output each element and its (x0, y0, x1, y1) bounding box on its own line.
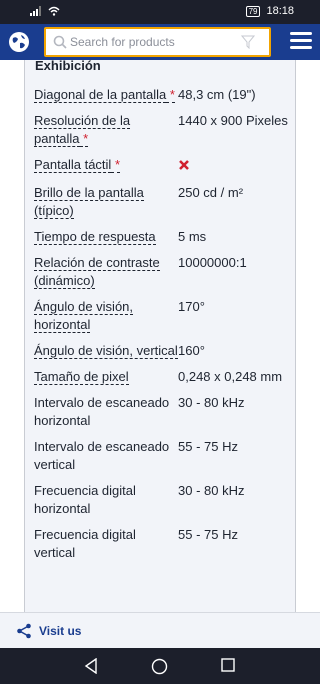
search-icon (53, 35, 67, 49)
spec-panel: Exhibición Diagonal de la pantalla * 48,… (24, 60, 296, 612)
footer-bar: Visit us (0, 612, 320, 648)
signal-icon (30, 6, 41, 16)
spec-value (178, 156, 295, 176)
spec-row: Relación de contraste (dinámico) 1000000… (25, 250, 295, 294)
spec-label: Intervalo de escaneado horizontal (34, 395, 170, 428)
spec-label[interactable]: Pantalla táctil * (34, 156, 178, 176)
back-icon[interactable] (84, 658, 98, 674)
wifi-icon (48, 6, 60, 16)
status-icons (30, 6, 60, 16)
spec-row: Tamaño de pixel 0,248 x 0,248 mm (25, 364, 295, 390)
required-mark: * (79, 131, 89, 147)
required-mark: * (166, 87, 175, 103)
status-bar: 79 18:18 (0, 0, 320, 24)
spec-value: 30 - 80 kHz (178, 395, 245, 410)
filter-icon[interactable] (241, 35, 255, 49)
search-bar[interactable]: Search for products (44, 27, 271, 57)
spec-value: 160° (178, 343, 205, 358)
spec-label: Intervalo de escaneado vertical (34, 439, 170, 472)
spec-row: Ángulo de visión, vertical 160° (25, 338, 295, 364)
spec-row: Resolución de la pantalla * 1440 x 900 P… (25, 108, 295, 152)
spec-label[interactable]: Diagonal de la pantalla * (34, 86, 178, 104)
clock: 18:18 (266, 5, 294, 17)
app-header: Search for products (0, 24, 320, 60)
spec-value: 30 - 80 kHz (178, 483, 245, 498)
spec-value: 170° (178, 299, 205, 314)
globe-icon[interactable] (8, 31, 30, 53)
spec-list: Diagonal de la pantalla * 48,3 cm (19") … (25, 82, 295, 566)
spec-row: Frecuencia digital horizontal 30 - 80 kH… (25, 478, 295, 522)
spec-value: 1440 x 900 Pixeles (178, 113, 288, 128)
red-x-icon (179, 160, 189, 170)
spec-label[interactable]: Ángulo de visión, vertical (34, 342, 178, 360)
spec-label[interactable]: Ángulo de visión, horizontal (34, 298, 178, 334)
system-nav-bar (0, 648, 320, 684)
visit-us-link[interactable]: Visit us (39, 624, 81, 638)
spec-row: Intervalo de escaneado horizontal 30 - 8… (25, 390, 295, 434)
spec-row: Brillo de la pantalla (típico) 250 cd / … (25, 180, 295, 224)
spec-value: 48,3 cm (19") (178, 87, 256, 102)
spec-value: 55 - 75 Hz (178, 527, 238, 542)
spec-row: Intervalo de escaneado vertical 55 - 75 … (25, 434, 295, 478)
battery-indicator: 79 (245, 5, 261, 17)
spec-content: Exhibición Diagonal de la pantalla * 48,… (0, 60, 320, 612)
spec-label: Frecuencia digital horizontal (34, 483, 136, 516)
spec-row: Tiempo de respuesta 5 ms (25, 224, 295, 250)
spec-label[interactable]: Resolución de la pantalla * (34, 112, 178, 148)
recents-icon[interactable] (221, 658, 235, 672)
spec-value: 0,248 x 0,248 mm (178, 369, 283, 384)
spec-value: 5 ms (178, 229, 207, 244)
spec-value: 55 - 75 Hz (178, 439, 238, 454)
hamburger-menu-icon[interactable] (290, 32, 312, 52)
spec-row: Pantalla táctil * (25, 152, 295, 180)
search-input[interactable]: Search for products (70, 35, 175, 49)
spec-label[interactable]: Brillo de la pantalla (típico) (34, 184, 178, 220)
spec-row: Diagonal de la pantalla * 48,3 cm (19") (25, 82, 295, 108)
spec-label[interactable]: Relación de contraste (dinámico) (34, 254, 178, 290)
spec-label[interactable]: Tiempo de respuesta (34, 228, 178, 246)
section-title: Exhibición (35, 60, 101, 73)
spec-row: Frecuencia digital vertical 55 - 75 Hz (25, 522, 295, 566)
spec-label: Frecuencia digital vertical (34, 527, 136, 560)
spec-value: 10000000:1 (178, 255, 247, 270)
spec-value: 250 cd / m² (178, 185, 244, 200)
required-mark: * (111, 157, 120, 173)
spec-row: Ángulo de visión, horizontal 170° (25, 294, 295, 338)
spec-label[interactable]: Tamaño de pixel (34, 368, 178, 386)
share-icon[interactable] (16, 623, 32, 639)
home-icon[interactable] (151, 658, 168, 675)
